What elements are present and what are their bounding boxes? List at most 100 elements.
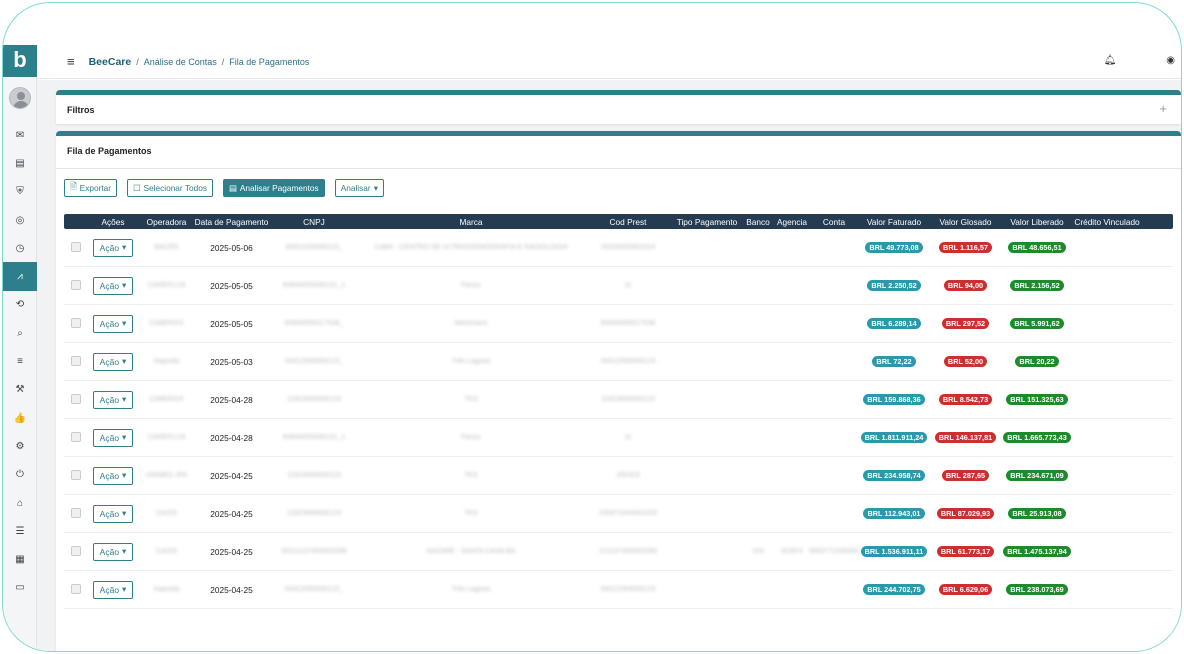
valor-liberado-badge: BRL 5.991,62 [1010, 318, 1064, 329]
operadora-cell: CABERGS [149, 396, 184, 403]
operadora-cell: UNIMED JPA [145, 472, 188, 479]
select-all-button[interactable]: ☐ Selecionar Todos [127, 179, 213, 197]
caret-down-icon: ▾ [122, 280, 127, 290]
valor-faturado-badge: BRL 234.958,74 [863, 470, 925, 481]
valor-liberado-badge: BRL 234.671,09 [1006, 470, 1068, 481]
row-action-button[interactable]: Ação ▾ [92, 580, 134, 599]
row-checkbox[interactable] [70, 355, 81, 366]
user-avatar[interactable] [8, 87, 31, 109]
breadcrumb-analise[interactable]: Análise de Contas [144, 57, 217, 67]
cnpj-cell: 11923840000123 [287, 510, 341, 517]
search-document-icon[interactable]: ⌕ [3, 319, 37, 347]
breadcrumb-brand[interactable]: BeeCare [89, 56, 132, 68]
column-header[interactable]: CNPJ [269, 217, 359, 227]
analyze-payments-button[interactable]: ▤ Analisar Pagamentos [222, 179, 325, 197]
row-action-button[interactable]: Ação ▾ [92, 238, 134, 257]
row-action-button[interactable]: Ação ▾ [92, 466, 134, 485]
marca-cell: TKS [464, 472, 478, 479]
thumbs-up-icon[interactable]: 👍 [3, 404, 37, 432]
row-action-button[interactable]: Ação ▾ [92, 390, 134, 409]
column-header[interactable]: Operadora [139, 217, 194, 227]
gavel-icon[interactable]: ⚒ [3, 376, 37, 404]
table-row[interactable]: Ação ▾ CASSI 2025-04-25 11923840000123 TKS 230… [64, 495, 1173, 533]
valor-faturado-badge: BRL 2.250,52 [867, 280, 921, 291]
clock-icon[interactable]: ◷ [3, 234, 37, 262]
export-button[interactable]: 🗎 Exportar [64, 179, 118, 197]
bank-icon[interactable]: ⌂ [3, 489, 37, 517]
column-header[interactable]: Agencia [775, 217, 809, 227]
row-action-button[interactable]: Ação ▾ [92, 428, 134, 447]
app-logo[interactable]: b [3, 45, 37, 77]
analyze-dropdown-button[interactable]: Analisar ▾ [334, 179, 384, 197]
table-row[interactable]: Ação ▾ CABERGS 2025-04-28 11923840000123 TKS 1… [64, 381, 1173, 419]
list-check-icon[interactable]: ≡ [3, 347, 37, 375]
row-checkbox[interactable] [70, 431, 81, 442]
caret-down-icon: ▾ [373, 183, 378, 193]
mail-icon[interactable]: ✉ [3, 121, 37, 149]
date-cell: 2025-05-05 [210, 280, 253, 291]
gear-icon[interactable]: ⚙ [3, 432, 37, 460]
operadora-cell: BACEN [154, 244, 179, 251]
column-header[interactable]: Valor Glosado [929, 217, 1002, 227]
analytics-icon[interactable]: ⩘ [3, 262, 37, 291]
column-header[interactable]: Banco [741, 217, 775, 227]
bell-icon[interactable]: 🔔︎ [1104, 55, 1117, 66]
row-checkbox[interactable] [70, 393, 81, 404]
id-card-icon[interactable]: ▭ [3, 574, 37, 602]
marca-cell: Fleury [461, 434, 481, 441]
column-header[interactable]: Ações [87, 217, 139, 227]
cod-prest-cell: 60840055017538 [600, 320, 656, 327]
table-row[interactable]: Ação ▾ CABERGS 2025-05-05 60840055017538_ Wei… [64, 305, 1173, 343]
caret-down-icon: ▾ [122, 318, 127, 328]
banco-cell: 104 [752, 548, 764, 555]
row-checkbox[interactable] [70, 241, 81, 252]
cod-prest-cell: 04312093000123 [600, 586, 656, 593]
table-row[interactable]: Ação ▾ UNIMED JPA 2025-04-25 11923840000123 T… [64, 457, 1173, 495]
row-checkbox[interactable] [70, 317, 81, 328]
column-header[interactable]: Conta [809, 217, 859, 227]
row-checkbox[interactable] [70, 583, 81, 594]
operadora-cell: Hapvida [153, 586, 180, 593]
column-header[interactable]: Valor Liberado [1002, 217, 1072, 227]
row-checkbox[interactable] [70, 279, 81, 290]
valor-faturado-badge: BRL 6.289,14 [867, 318, 921, 329]
app-frame: b ✉ ▤ ⛨ ◎ ◷ ⩘ ⟲ ⌕ ≡ ⚒ 👍 ⚙ ⏻ ⌂ ☰ ▦ ▭ ≡ Be… [2, 2, 1182, 652]
row-checkbox[interactable] [70, 545, 81, 556]
power-icon[interactable]: ⏻ [3, 461, 37, 489]
column-header[interactable]: Tipo Pagamento [673, 217, 741, 227]
column-header[interactable]: Crédito Vinculado [1072, 217, 1142, 227]
valor-faturado-badge: BRL 112.943,01 [863, 508, 925, 519]
date-cell: 2025-04-25 [210, 546, 253, 557]
user-icon[interactable]: ◉ [1166, 55, 1175, 66]
grid-icon[interactable]: ▦ [3, 545, 37, 573]
filters-card[interactable]: Filtros + [56, 90, 1181, 124]
expand-plus-icon[interactable]: + [1159, 101, 1167, 116]
refresh-money-icon[interactable]: ⟲ [3, 291, 37, 319]
cnpj-cell: 60840055000131_1 [282, 282, 346, 289]
table-row[interactable]: Ação ▾ BACEN 2025-05-06 40911020000115_ CABA … [64, 229, 1173, 267]
row-checkbox[interactable] [70, 507, 81, 518]
table-row[interactable]: Ação ▾ Hapvida 2025-04-25 04312093000123_ Trê… [64, 571, 1173, 609]
valor-glosado-badge: BRL 1.116,57 [939, 242, 992, 253]
row-action-button[interactable]: Ação ▾ [92, 352, 134, 371]
shield-icon[interactable]: ⛨ [3, 178, 37, 206]
coins-icon[interactable]: ◎ [3, 206, 37, 234]
column-header[interactable]: Valor Faturado [859, 217, 929, 227]
hamburger-menu-icon[interactable]: ≡ [67, 54, 75, 69]
database-icon[interactable]: ☰ [3, 517, 37, 545]
row-action-button[interactable]: Ação ▾ [92, 504, 134, 523]
row-action-button[interactable]: Ação ▾ [92, 314, 134, 333]
column-header[interactable]: Cod Prest [583, 217, 673, 227]
column-header[interactable]: Data de Pagamento [194, 217, 269, 227]
table-row[interactable]: Ação ▾ Hapvida 2025-05-03 04312093000123_ Trê… [64, 343, 1173, 381]
row-action-button[interactable]: Ação ▾ [92, 542, 134, 561]
date-cell: 2025-05-06 [210, 242, 253, 253]
calendar-icon[interactable]: ▤ [3, 149, 37, 177]
row-checkbox[interactable] [70, 469, 81, 480]
row-action-button[interactable]: Ação ▾ [92, 276, 134, 295]
table-row[interactable]: Ação ▾ CAREPLUS 2025-04-28 60840055000131_1 F… [64, 419, 1173, 457]
table-row[interactable]: Ação ▾ CASSI 2025-04-25 00211137450002099 NAZ… [64, 533, 1173, 571]
payment-queue-card: Fila de Pagamentos 🗎 Exportar ☐ Selecionar… [56, 131, 1181, 651]
table-row[interactable]: Ação ▾ CAREPLUS 2025-05-05 60840055000131_1 F… [64, 267, 1173, 305]
column-header[interactable]: Marca [359, 217, 583, 227]
